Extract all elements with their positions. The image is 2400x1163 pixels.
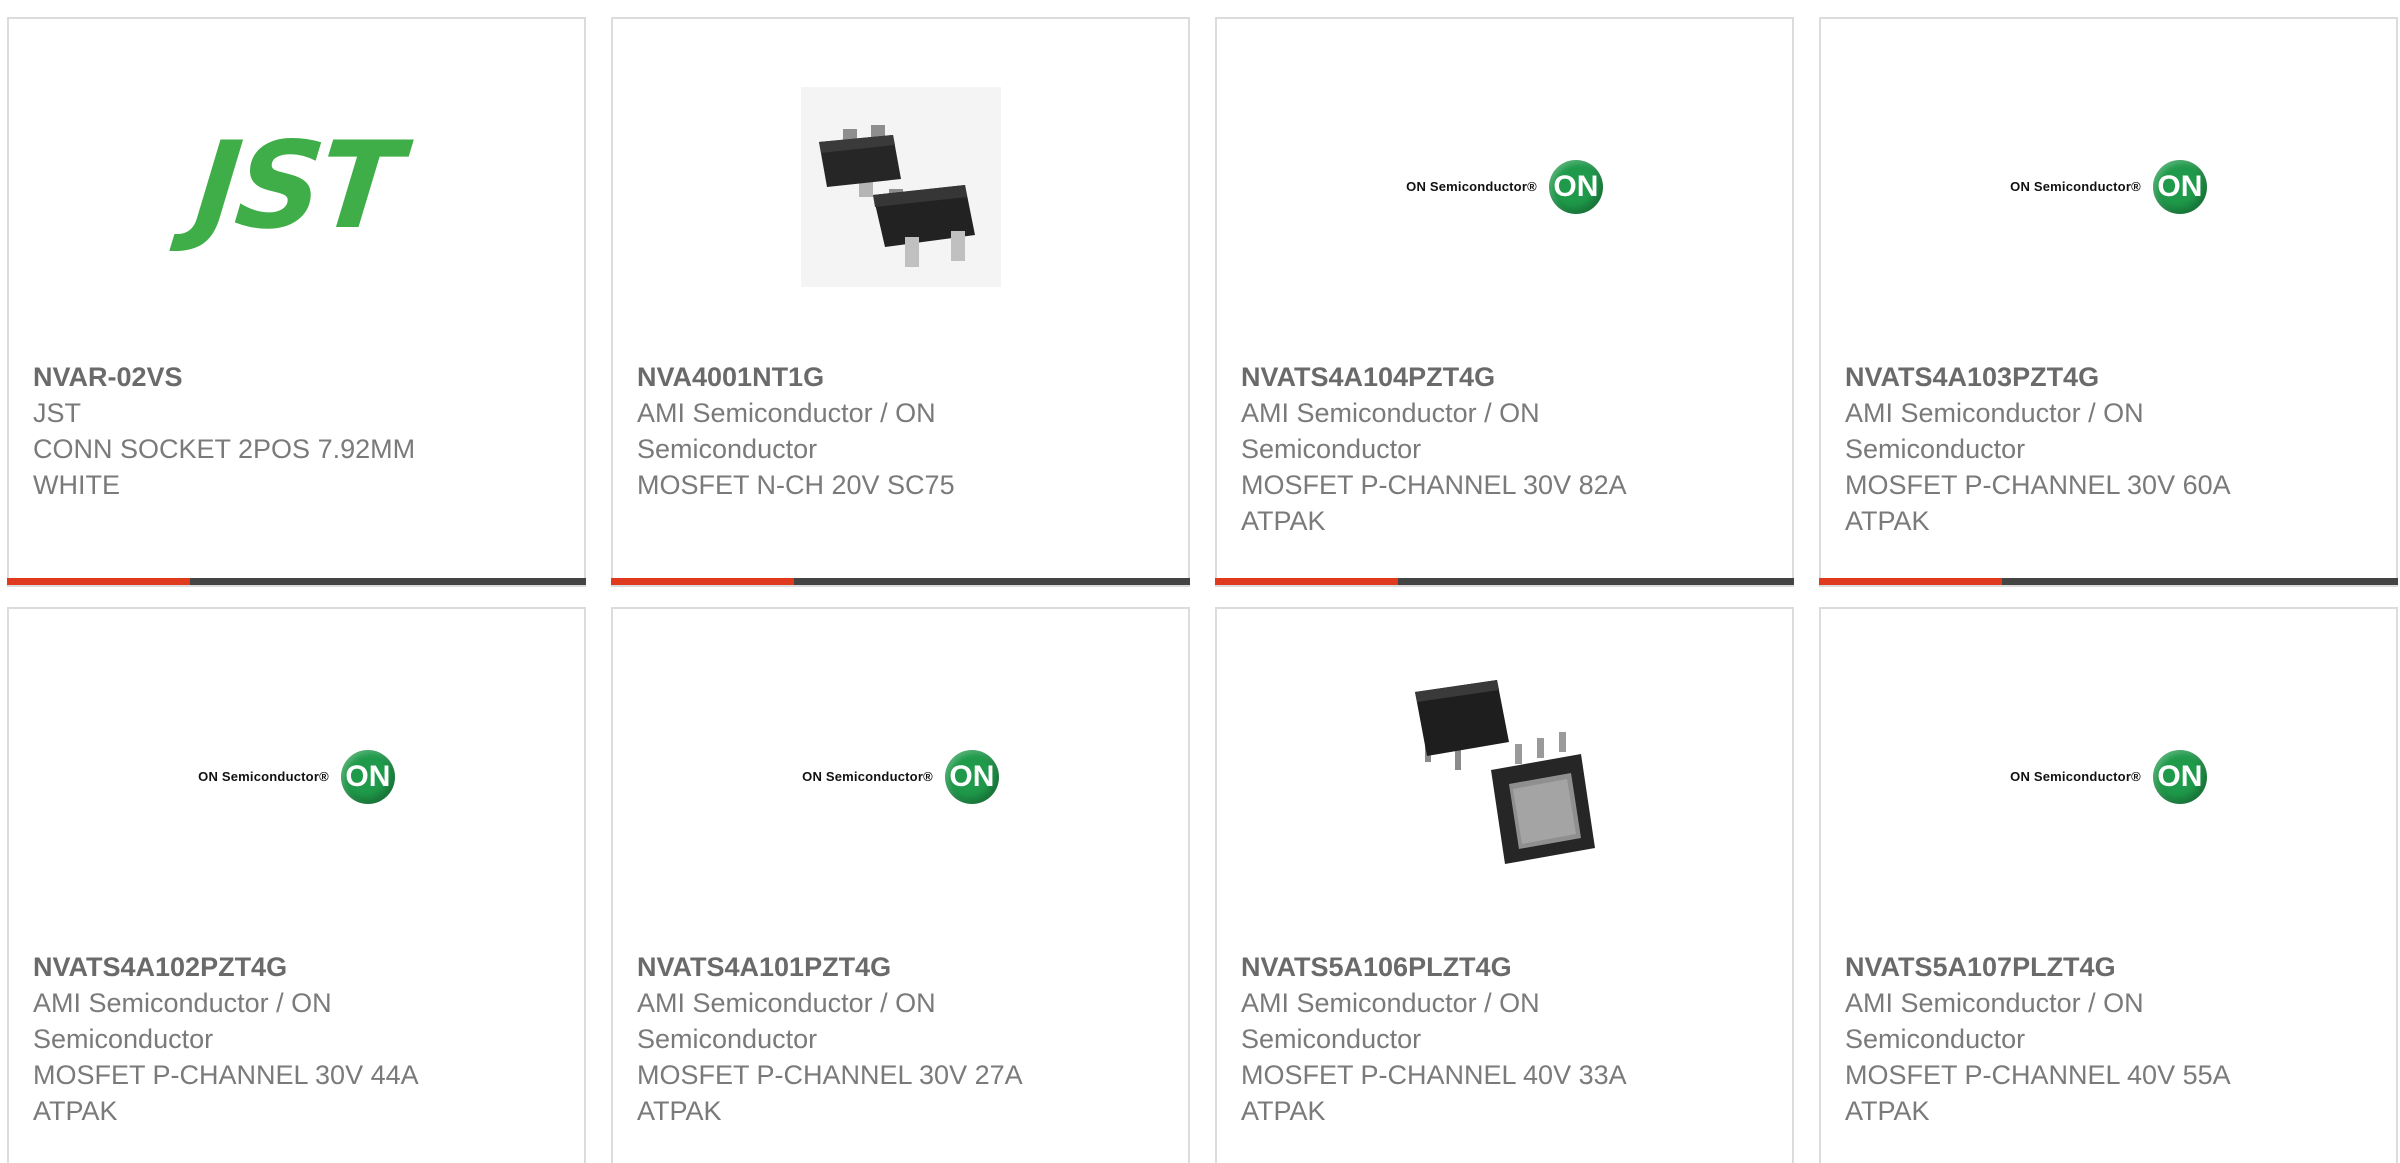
jst-logo: JST xyxy=(188,116,405,256)
product-image[interactable]: JST xyxy=(9,19,584,354)
on-circle-icon: ON xyxy=(340,749,395,804)
card-bottom-bar xyxy=(611,578,1190,585)
product-info: NVATS4A104PZT4G AMI Semiconductor / ON S… xyxy=(1241,359,1768,539)
manufacturer-name: AMI Semiconductor / ON Semiconductor xyxy=(33,988,332,1054)
product-image[interactable]: ON Semiconductor® ON xyxy=(1821,609,2396,944)
product-card[interactable]: ON Semiconductor® ON NVATS4A101PZT4G AMI… xyxy=(611,607,1190,1163)
card-bottom-bar xyxy=(1215,578,1794,585)
product-card[interactable]: ON Semiconductor® ON NVATS4A103PZT4G AMI… xyxy=(1819,17,2398,587)
on-semiconductor-wordmark: ON Semiconductor® xyxy=(2010,179,2141,194)
on-circle-icon: ON xyxy=(2152,749,2207,804)
product-image[interactable] xyxy=(1217,609,1792,944)
manufacturer-name: AMI Semiconductor / ON Semiconductor xyxy=(1845,988,2144,1054)
on-circle-icon: ON xyxy=(1548,159,1603,214)
part-number-link[interactable]: NVATS5A106PLZT4G xyxy=(1241,949,1768,985)
product-card[interactable]: ON Semiconductor® ON NVATS5A107PLZT4G AM… xyxy=(1819,607,2398,1163)
product-image[interactable]: ON Semiconductor® ON xyxy=(1821,19,2396,354)
product-description: MOSFET P-CHANNEL 30V 82A ATPAK xyxy=(1241,470,1626,536)
on-circle-icon: ON xyxy=(2152,159,2207,214)
manufacturer-name: AMI Semiconductor / ON Semiconductor xyxy=(1241,988,1540,1054)
on-semiconductor-logo: ON Semiconductor® ON xyxy=(198,749,395,804)
on-semiconductor-logo: ON Semiconductor® ON xyxy=(2010,159,2207,214)
product-card[interactable]: ON Semiconductor® ON NVATS4A104PZT4G AMI… xyxy=(1215,17,1794,587)
product-info: NVA4001NT1G AMI Semiconductor / ON Semic… xyxy=(637,359,1164,503)
product-image[interactable] xyxy=(613,19,1188,354)
on-semiconductor-logo: ON Semiconductor® ON xyxy=(2010,749,2207,804)
card-accent-bar xyxy=(7,578,190,585)
product-description: MOSFET P-CHANNEL 40V 55A ATPAK xyxy=(1845,1060,2230,1126)
manufacturer-name: AMI Semiconductor / ON Semiconductor xyxy=(637,988,936,1054)
on-semiconductor-wordmark: ON Semiconductor® xyxy=(198,769,329,784)
product-description: MOSFET P-CHANNEL 40V 33A ATPAK xyxy=(1241,1060,1626,1126)
product-card[interactable]: JST NVAR-02VS JST CONN SOCKET 2POS 7.92M… xyxy=(7,17,586,587)
sc75-package-icon xyxy=(800,86,1001,287)
product-info: NVAR-02VS JST CONN SOCKET 2POS 7.92MM WH… xyxy=(33,359,560,503)
card-bottom-bar xyxy=(1819,578,2398,585)
product-info: NVATS4A102PZT4G AMI Semiconductor / ON S… xyxy=(33,949,560,1129)
product-description: MOSFET P-CHANNEL 30V 27A ATPAK xyxy=(637,1060,1022,1126)
on-semiconductor-logo: ON Semiconductor® ON xyxy=(802,749,999,804)
on-semiconductor-wordmark: ON Semiconductor® xyxy=(802,769,933,784)
product-image[interactable]: ON Semiconductor® ON xyxy=(613,609,1188,944)
part-number-link[interactable]: NVAR-02VS xyxy=(33,359,560,395)
product-card[interactable]: NVATS5A106PLZT4G AMI Semiconductor / ON … xyxy=(1215,607,1794,1163)
product-card[interactable]: ON Semiconductor® ON NVATS4A102PZT4G AMI… xyxy=(7,607,586,1163)
product-info: NVATS5A106PLZT4G AMI Semiconductor / ON … xyxy=(1241,949,1768,1129)
manufacturer-name: AMI Semiconductor / ON Semiconductor xyxy=(1845,398,2144,464)
product-description: MOSFET P-CHANNEL 30V 60A ATPAK xyxy=(1845,470,2230,536)
atpak-package-icon xyxy=(1414,679,1595,864)
product-description: CONN SOCKET 2POS 7.92MM WHITE xyxy=(33,434,416,500)
part-number-link[interactable]: NVATS5A107PLZT4G xyxy=(1845,949,2372,985)
product-info: NVATS4A103PZT4G AMI Semiconductor / ON S… xyxy=(1845,359,2372,539)
on-semiconductor-wordmark: ON Semiconductor® xyxy=(1406,179,1537,194)
on-semiconductor-wordmark: ON Semiconductor® xyxy=(2010,769,2141,784)
part-number-link[interactable]: NVA4001NT1G xyxy=(637,359,1164,395)
part-number-link[interactable]: NVATS4A103PZT4G xyxy=(1845,359,2372,395)
product-description: MOSFET N-CH 20V SC75 xyxy=(637,470,955,500)
card-accent-bar xyxy=(1215,578,1398,585)
card-accent-bar xyxy=(611,578,794,585)
on-circle-icon: ON xyxy=(944,749,999,804)
product-info: NVATS5A107PLZT4G AMI Semiconductor / ON … xyxy=(1845,949,2372,1129)
part-number-link[interactable]: NVATS4A102PZT4G xyxy=(33,949,560,985)
card-bottom-bar xyxy=(7,578,586,585)
on-semiconductor-logo: ON Semiconductor® ON xyxy=(1406,159,1603,214)
manufacturer-name: AMI Semiconductor / ON Semiconductor xyxy=(637,398,936,464)
product-image[interactable]: ON Semiconductor® ON xyxy=(1217,19,1792,354)
product-image[interactable]: ON Semiconductor® ON xyxy=(9,609,584,944)
manufacturer-name: AMI Semiconductor / ON Semiconductor xyxy=(1241,398,1540,464)
product-description: MOSFET P-CHANNEL 30V 44A ATPAK xyxy=(33,1060,418,1126)
product-card[interactable]: NVA4001NT1G AMI Semiconductor / ON Semic… xyxy=(611,17,1190,587)
part-number-link[interactable]: NVATS4A101PZT4G xyxy=(637,949,1164,985)
manufacturer-name: JST xyxy=(33,398,82,428)
product-info: NVATS4A101PZT4G AMI Semiconductor / ON S… xyxy=(637,949,1164,1129)
card-accent-bar xyxy=(1819,578,2002,585)
part-number-link[interactable]: NVATS4A104PZT4G xyxy=(1241,359,1768,395)
